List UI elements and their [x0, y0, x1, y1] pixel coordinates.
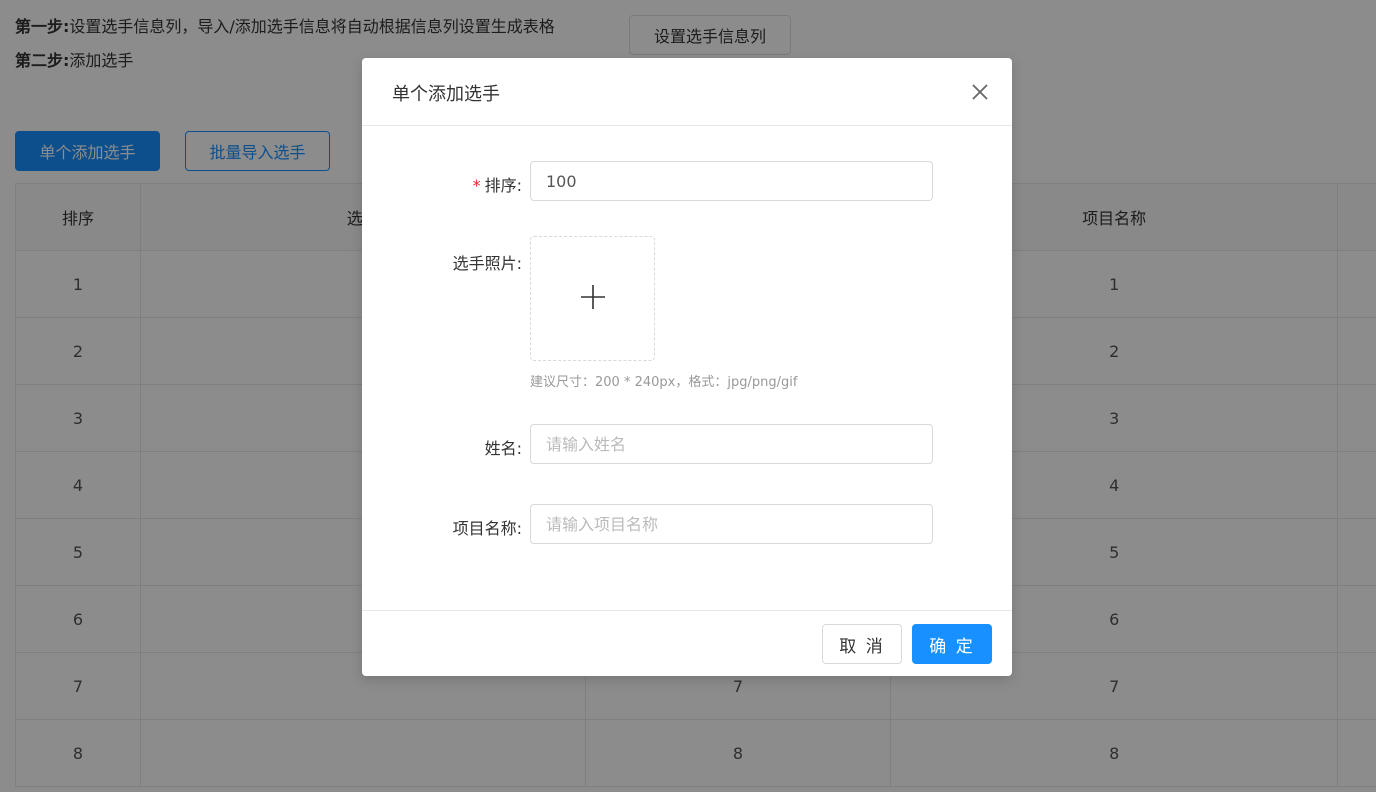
project-label: 项目名称:	[452, 519, 522, 538]
photo-upload[interactable]	[530, 236, 655, 361]
photo-label: 选手照片:	[452, 254, 522, 273]
name-input[interactable]	[530, 424, 933, 464]
plus-icon	[579, 283, 607, 315]
dialog-header: 单个添加选手	[362, 58, 1012, 126]
order-label: * 排序:	[473, 172, 522, 196]
order-input[interactable]	[530, 161, 933, 201]
add-player-dialog: 单个添加选手 *排序: 选手照片: 建议尺寸：200 * 240px，格式：jp…	[362, 58, 1012, 676]
project-input[interactable]	[530, 504, 933, 544]
close-icon[interactable]	[970, 82, 990, 102]
dialog-footer: 取 消 确 定	[362, 610, 1012, 676]
cancel-button[interactable]: 取 消	[822, 624, 902, 664]
upload-hint: 建议尺寸：200 * 240px，格式：jpg/png/gif	[530, 375, 798, 390]
dialog-title: 单个添加选手	[392, 84, 500, 105]
order-label-text: 排序:	[484, 176, 522, 195]
required-mark: *	[472, 176, 481, 195]
name-label: 姓名:	[484, 439, 522, 458]
confirm-button[interactable]: 确 定	[912, 624, 992, 664]
